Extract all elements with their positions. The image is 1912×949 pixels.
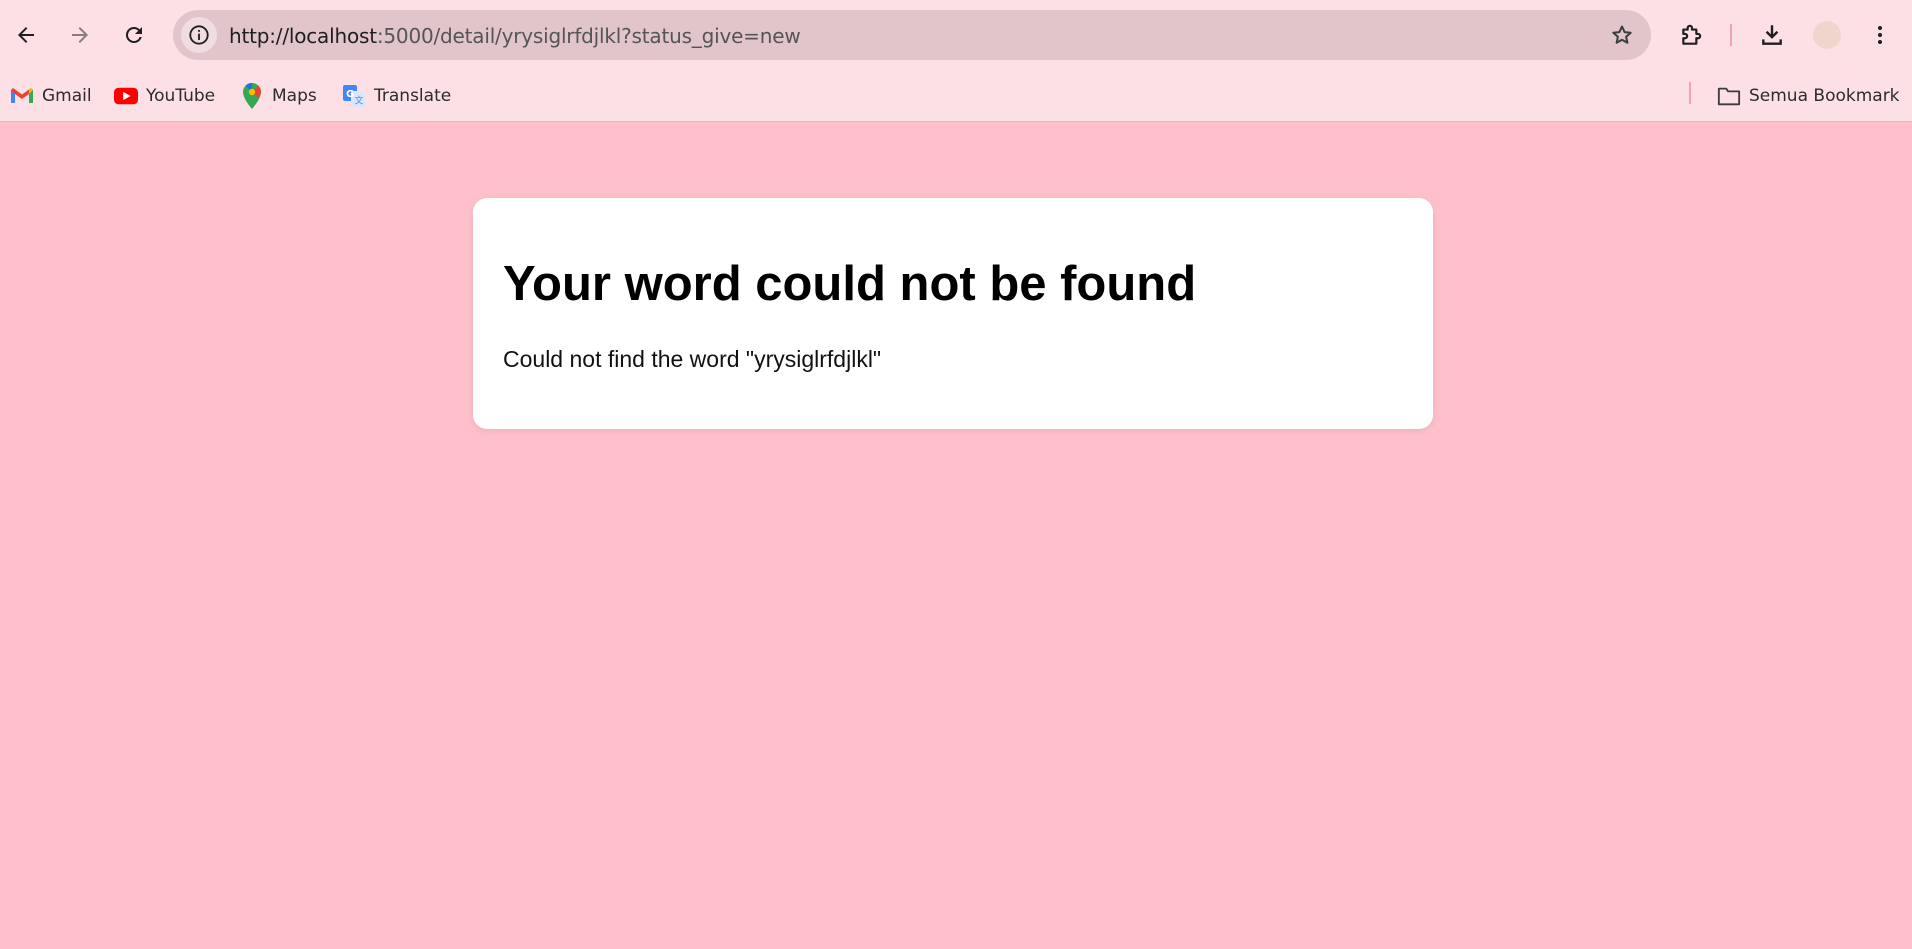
page-title: Your word could not be found	[503, 257, 1197, 311]
bookmark-translate[interactable]: G文 Translate	[342, 82, 451, 110]
download-icon	[1762, 25, 1782, 45]
puzzle-icon	[1682, 24, 1702, 45]
arrow-right-icon	[72, 27, 88, 43]
star-icon	[1612, 25, 1632, 44]
browser-toolbar: http://localhost:5000/detail/yrysiglrfdj…	[0, 0, 1912, 70]
reload-button[interactable]	[114, 15, 154, 55]
back-button[interactable]	[6, 15, 46, 55]
translate-icon: G文	[342, 84, 366, 108]
bookmark-youtube[interactable]: YouTube	[114, 82, 215, 110]
bookmark-gmail[interactable]: Gmail	[10, 82, 92, 110]
bookmark-label: Gmail	[42, 86, 92, 106]
toolbar-divider	[1730, 24, 1732, 46]
info-icon	[189, 25, 209, 45]
profile-avatar[interactable]	[1813, 21, 1841, 49]
more-vertical-icon	[1878, 26, 1882, 44]
bookmark-maps[interactable]: Maps	[240, 82, 317, 110]
bookmark-label: Maps	[272, 86, 317, 106]
svg-text:文: 文	[355, 95, 364, 107]
address-bar[interactable]: http://localhost:5000/detail/yrysiglrfdj…	[173, 10, 1651, 60]
gmail-icon	[10, 84, 34, 108]
bookmark-star-button[interactable]	[1609, 22, 1635, 48]
not-found-card: Your word could not be found Could not f…	[473, 198, 1433, 429]
bookmarks-bar: Gmail YouTube Maps G文 Translate Semua Bo…	[0, 70, 1912, 122]
not-found-message: Could not find the word "yrysiglrfdjlkl"	[503, 346, 882, 372]
all-bookmarks-label: Semua Bookmark	[1749, 86, 1900, 106]
youtube-icon	[114, 84, 138, 108]
bookmark-label: YouTube	[146, 86, 216, 106]
arrow-left-icon	[18, 27, 34, 43]
forward-button[interactable]	[60, 15, 100, 55]
extensions-button[interactable]	[1672, 15, 1712, 55]
all-bookmarks-button[interactable]: Semua Bookmark	[1717, 82, 1900, 110]
site-info-button[interactable]	[181, 17, 217, 53]
browser-menu-button[interactable]	[1860, 15, 1900, 55]
bookmark-label: Translate	[374, 86, 452, 106]
maps-icon	[240, 83, 264, 109]
url-host: http://localhost	[229, 24, 377, 48]
url-path: :5000/detail/yrysiglrfdjlkl?status_give=…	[376, 24, 801, 48]
reload-icon	[125, 26, 142, 43]
folder-icon	[1717, 84, 1741, 108]
downloads-button[interactable]	[1752, 15, 1792, 55]
url-text[interactable]: http://localhost:5000/detail/yrysiglrfdj…	[229, 24, 801, 48]
bookmarks-divider	[1689, 82, 1691, 104]
svg-text:G: G	[346, 89, 354, 100]
